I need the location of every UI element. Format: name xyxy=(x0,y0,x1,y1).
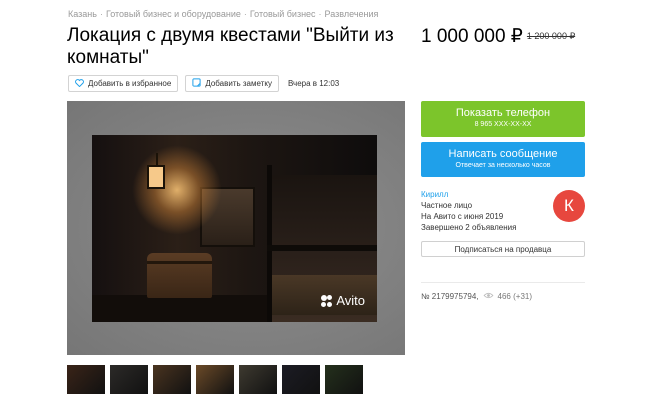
note-icon xyxy=(192,78,201,89)
heart-icon xyxy=(75,78,84,89)
gallery-thumbnail[interactable] xyxy=(153,365,191,394)
photo-gallery[interactable]: Avito xyxy=(67,101,405,355)
gallery-thumbnail[interactable] xyxy=(325,365,363,394)
breadcrumb-separator: · xyxy=(318,9,322,19)
show-phone-label: Показать телефон xyxy=(455,107,551,119)
old-price: 1 200 000 ₽ xyxy=(526,31,576,41)
gallery-thumbnail[interactable] xyxy=(239,365,277,394)
write-message-label: Написать сообщение xyxy=(448,148,558,160)
add-to-favorites-label: Добавить в избранное xyxy=(88,79,172,88)
main-photo[interactable]: Avito xyxy=(92,135,377,322)
breadcrumb: Казань · Готовый бизнес и оборудование · Гот… xyxy=(68,9,378,19)
avatar[interactable]: К xyxy=(553,190,585,222)
avito-logo-icon xyxy=(321,294,333,307)
eye-icon xyxy=(483,292,494,301)
listing-title: Локация с двумя квестами "Выйти из комна… xyxy=(67,25,394,68)
breadcrumb-kazan[interactable]: Казань xyxy=(68,9,97,19)
breadcrumb-business-equipment[interactable]: Готовый бизнес и оборудование xyxy=(106,9,241,19)
publish-date: Вчера в 12:03 xyxy=(287,79,340,88)
item-number: № 2179975794, xyxy=(421,292,479,301)
seller-completed: Завершено 2 объявления xyxy=(421,223,517,232)
gallery-thumbnail[interactable] xyxy=(67,365,105,394)
photo-chest-band xyxy=(147,261,212,264)
photo-lamp-glow xyxy=(132,145,222,235)
seller-type: Частное лицо xyxy=(421,201,473,210)
write-message-button[interactable]: Написать сообщение Отвечает за несколько… xyxy=(421,142,585,177)
photo-chest xyxy=(147,253,212,298)
breadcrumb-separator: · xyxy=(99,9,103,19)
show-phone-button[interactable]: Показать телефон 8 965 XXX-XX-XX xyxy=(421,101,585,137)
view-count: 466 (+31) xyxy=(497,292,532,301)
add-to-favorites-button[interactable]: Добавить в избранное xyxy=(68,75,179,92)
gallery-thumbnail[interactable] xyxy=(110,365,148,394)
watermark-text: Avito xyxy=(336,293,365,308)
add-note-button[interactable]: Добавить заметку xyxy=(185,75,279,92)
photo-lamp xyxy=(147,165,165,189)
breadcrumb-ready-business[interactable]: Готовый бизнес xyxy=(250,9,316,19)
thumbnail-strip xyxy=(67,365,363,394)
add-note-label: Добавить заметку xyxy=(205,79,272,88)
price-block: 1 000 000 ₽1 200 000 ₽ xyxy=(421,25,575,48)
listing-meta: № 2179975794, 466 (+31) xyxy=(421,292,532,301)
gallery-thumbnail[interactable] xyxy=(282,365,320,394)
response-time: Отвечает за несколько часов xyxy=(455,162,551,169)
photo-floor xyxy=(92,295,272,322)
avito-watermark: Avito xyxy=(321,293,365,308)
seller-since: На Авито с июня 2019 xyxy=(421,212,504,221)
divider xyxy=(421,282,585,283)
breadcrumb-entertainment[interactable]: Развлечения xyxy=(325,9,379,19)
gallery-thumbnail[interactable] xyxy=(196,365,234,394)
masked-phone: 8 965 XXX-XX-XX xyxy=(474,121,532,128)
seller-name[interactable]: Кирилл xyxy=(421,189,516,200)
price: 1 000 000 ₽ xyxy=(421,26,523,47)
subscribe-button[interactable]: Подписаться на продавца xyxy=(421,241,585,257)
listing-actions: Добавить в избранное Добавить заметку Вч… xyxy=(68,75,339,92)
photo-bed-rail xyxy=(267,245,377,251)
seller-info: Кирилл Частное лицо На Авито с июня 2019… xyxy=(421,189,516,233)
breadcrumb-separator: · xyxy=(243,9,247,19)
